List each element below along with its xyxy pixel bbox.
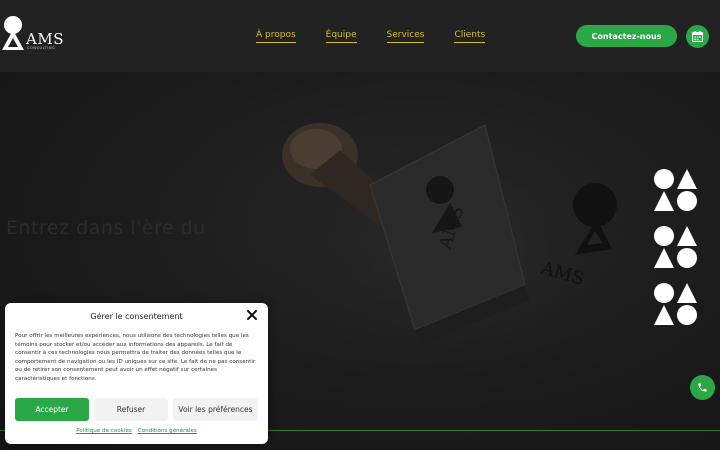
cookie-consent-modal: Gérer le consentement Pour offrir les me… — [5, 303, 268, 444]
accept-button[interactable]: Accepter — [15, 398, 89, 421]
phone-icon — [698, 383, 707, 392]
contact-button[interactable]: Contactez-nous — [576, 25, 677, 47]
shapes-icon — [654, 283, 697, 325]
shapes-icon — [654, 169, 697, 211]
brand-shapes — [654, 168, 700, 339]
calendar-button[interactable] — [686, 25, 709, 48]
nav-link-services[interactable]: Services — [386, 30, 425, 43]
close-icon — [247, 310, 257, 320]
logo-mark-icon — [2, 16, 24, 50]
nav-link-clients[interactable]: Clients — [454, 30, 486, 43]
shapes-icon — [654, 226, 697, 268]
consent-links: Politique de cookies Conditions générale… — [5, 428, 268, 434]
modal-title: Gérer le consentement — [90, 312, 183, 321]
calendar-icon — [692, 31, 703, 42]
brand-logo[interactable]: AMS CONSULTING — [0, 16, 66, 52]
refuse-button[interactable]: Refuser — [94, 398, 168, 421]
nav-link-team[interactable]: Équipe — [325, 30, 357, 43]
main-nav: À propos Équipe Services Clients — [256, 30, 486, 43]
nav-link-about[interactable]: À propos — [256, 30, 296, 43]
consent-actions: Accepter Refuser Voir les préférences — [15, 398, 263, 421]
terms-link[interactable]: Conditions générales — [138, 428, 197, 434]
consent-description: Pour offrir les meilleures expériences, … — [15, 333, 256, 382]
cookie-policy-link[interactable]: Politique de cookies — [76, 428, 132, 434]
close-button[interactable] — [247, 310, 257, 322]
hero-heading: Entrez dans l'ère du — [6, 217, 206, 239]
site-header: AMS CONSULTING À propos Équipe Services … — [0, 0, 720, 72]
brand-tagline: CONSULTING — [27, 46, 56, 50]
phone-button[interactable] — [690, 375, 715, 400]
stamp-illustration: AMS AMS — [260, 115, 630, 375]
preferences-button[interactable]: Voir les préférences — [173, 398, 258, 421]
